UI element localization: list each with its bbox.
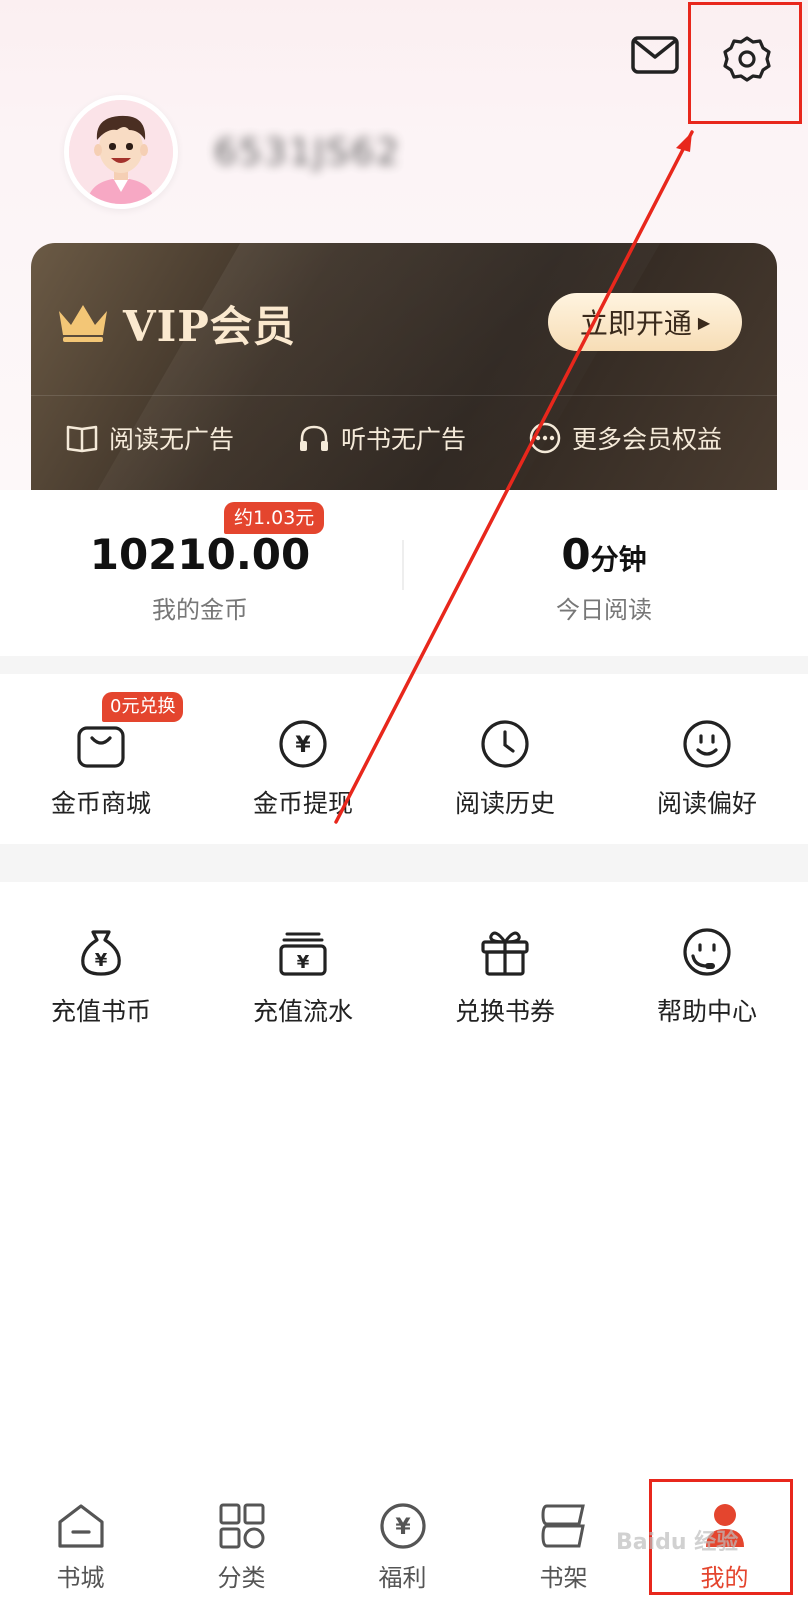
grid-item-label: 阅读历史 [454, 789, 555, 818]
avatar[interactable] [64, 95, 178, 209]
benefit-label: 阅读无广告 [109, 425, 235, 454]
avatar-illustration [69, 100, 173, 204]
bag-icon [71, 714, 131, 774]
tab-welfare[interactable]: ¥ 福利 [322, 1476, 483, 1600]
message-button[interactable] [626, 30, 684, 80]
vip-open-button[interactable]: 立即开通 ▶ [548, 293, 742, 351]
grid-item-label: 阅读偏好 [656, 789, 757, 818]
grid-item-label: 充值流水 [252, 997, 353, 1026]
money-bag-icon: ¥ [71, 922, 131, 982]
svg-text:¥: ¥ [395, 1515, 411, 1540]
grid-item-label: 兑换书券 [454, 997, 555, 1026]
play-arrow-icon: ▶ [697, 312, 711, 332]
reading-minutes: 0 [561, 530, 591, 579]
username[interactable]: 6531JS62 [214, 124, 476, 182]
yen-coin-icon: ¥ [273, 714, 333, 774]
reading-preference-item[interactable]: 阅读偏好 [606, 674, 808, 844]
mail-icon [631, 36, 679, 74]
yen-wallet-icon: ¥ [273, 922, 333, 982]
tab-category[interactable]: 分类 [161, 1476, 322, 1600]
tab-label: 书城 [56, 1564, 105, 1592]
tab-label: 我的 [700, 1564, 749, 1592]
svg-text:¥: ¥ [95, 950, 108, 971]
svg-text:¥: ¥ [297, 952, 310, 973]
quick-actions-row-1: 0元兑换 金币商城 ¥ 金币提现 阅读历史 阅读偏好 [0, 674, 808, 844]
coins-stat[interactable]: 约1.03元 10210.00 我的金币 [0, 490, 400, 656]
bookshelf-icon [538, 1500, 590, 1552]
recharge-records-item[interactable]: ¥ 充值流水 [202, 882, 404, 1052]
grid-item-label: 充值书币 [50, 997, 151, 1026]
gear-icon [723, 36, 771, 82]
reading-label: 今日阅读 [556, 596, 652, 624]
zero-exchange-badge: 0元兑换 [102, 692, 184, 722]
section-gap [0, 656, 808, 674]
more-dots-icon [529, 422, 561, 454]
vip-title: VIP会员 [123, 302, 296, 351]
recharge-coins-item[interactable]: ¥ 充值书币 [0, 882, 202, 1052]
tab-bookstore[interactable]: 书城 [0, 1476, 161, 1600]
vip-card[interactable]: VIP会员 立即开通 ▶ 阅读无广告 听书无广告 更多会员权益 [31, 243, 777, 490]
bottom-tab-bar: 书城 分类 ¥ 福利 书架 我的 [0, 1476, 808, 1600]
tab-mine[interactable]: 我的 [644, 1476, 805, 1600]
reading-time-stat[interactable]: 0分钟 今日阅读 [404, 490, 804, 656]
headphones-icon [300, 425, 328, 451]
grid-icon [216, 1500, 268, 1552]
yen-coin-icon: ¥ [377, 1500, 429, 1552]
coins-label: 我的金币 [152, 596, 248, 624]
grid-item-label: 金币商城 [50, 789, 151, 818]
tab-label: 书架 [539, 1564, 588, 1592]
reading-value: 0分钟 [404, 530, 804, 579]
reading-history-item[interactable]: 阅读历史 [404, 674, 606, 844]
redeem-voucher-item[interactable]: 兑换书券 [404, 882, 606, 1052]
clock-icon [475, 714, 535, 774]
settings-button[interactable] [712, 24, 782, 94]
benefit-no-ads-reading[interactable]: 阅读无广告 [65, 415, 234, 461]
coin-withdraw-item[interactable]: ¥ 金币提现 [202, 674, 404, 844]
benefit-label: 听书无广告 [341, 425, 467, 454]
tab-label: 分类 [217, 1564, 266, 1592]
grid-item-label: 金币提现 [252, 789, 353, 818]
quick-actions-row-2: ¥ 充值书币 ¥ 充值流水 兑换书券 帮助中心 [0, 882, 808, 1052]
book-icon [66, 425, 98, 453]
stats-panel: 约1.03元 10210.00 我的金币 0分钟 今日阅读 [0, 490, 808, 656]
headset-icon [677, 922, 737, 982]
section-gap [0, 844, 808, 882]
tab-label: 福利 [378, 1564, 427, 1592]
grid-item-label: 帮助中心 [656, 997, 757, 1026]
coins-value: 10210.00 [89, 530, 311, 579]
reading-unit: 分钟 [590, 543, 647, 576]
svg-text:¥: ¥ [295, 733, 311, 758]
smiley-icon [677, 714, 737, 774]
benefit-more[interactable]: 更多会员权益 [528, 415, 722, 461]
benefit-no-ads-listening[interactable]: 听书无广告 [297, 415, 466, 461]
help-center-item[interactable]: 帮助中心 [606, 882, 808, 1052]
tab-bookshelf[interactable]: 书架 [483, 1476, 644, 1600]
user-icon [699, 1500, 751, 1552]
home-icon [55, 1500, 107, 1552]
crown-icon [59, 305, 107, 342]
gift-icon [475, 922, 535, 982]
benefit-label: 更多会员权益 [572, 425, 723, 454]
vip-divider [31, 395, 777, 396]
vip-open-label: 立即开通 [579, 307, 692, 340]
coin-mall-item[interactable]: 0元兑换 金币商城 [0, 674, 202, 844]
